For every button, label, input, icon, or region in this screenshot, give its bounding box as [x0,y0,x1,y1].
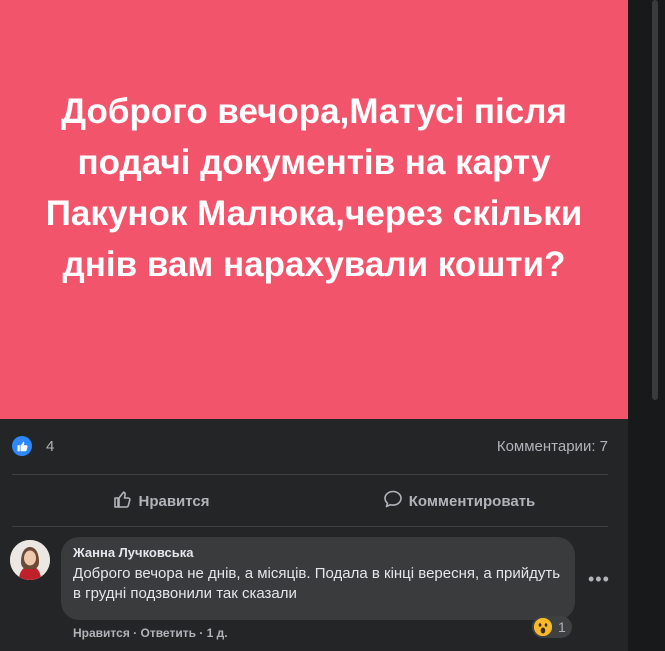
avatar[interactable] [10,540,50,580]
like-button[interactable]: Нравится [12,476,310,526]
comment-author[interactable]: Жанна Лучковська [73,545,563,560]
post-banner: Доброго вечора,Матусі після подачі докум… [0,0,628,419]
banner-text: Доброго вечора,Матусі після подачі докум… [45,91,583,284]
meta-separator-2: · [195,626,207,640]
scrollbar[interactable] [652,0,658,400]
meta-separator: · [129,626,141,640]
post-actions: Нравится Комментировать [12,476,608,526]
reaction-count: 1 [558,619,566,635]
like-button-label: Нравится [138,492,210,510]
post-stats: 4 Комментарии: 7 [12,430,608,462]
speech-bubble-icon [383,489,403,513]
wow-emoji-icon [534,618,552,636]
more-options-icon[interactable]: ••• [588,569,610,590]
comment-meta: Нравится · Ответить · 1 д. [73,626,228,640]
page-gutter [628,0,665,651]
comment-reply-link[interactable]: Ответить [141,626,196,640]
likes-count: 4 [46,437,55,455]
comment-item: Жанна Лучковська Доброго вечора не днів,… [8,537,618,651]
reaction-summary[interactable]: 1 [532,616,572,638]
comment-button-label: Комментировать [408,492,536,510]
thumbs-up-outline-icon [112,489,132,513]
thumbs-up-icon [12,436,32,456]
post-card: Доброго вечора,Матусі після подачі докум… [0,0,628,651]
comments-count[interactable]: Комментарии: 7 [497,438,608,455]
divider-bottom [12,526,608,527]
likes-summary[interactable]: 4 [12,436,54,456]
comment-button[interactable]: Комментировать [310,476,608,526]
divider-top [12,474,608,475]
comment-time[interactable]: 1 д. [207,626,228,640]
comment-like-link[interactable]: Нравится [73,626,130,640]
comment-text: Доброго вечора не днів, а місяців. Подал… [73,565,561,602]
comment-bubble: Жанна Лучковська Доброго вечора не днів,… [61,537,575,620]
